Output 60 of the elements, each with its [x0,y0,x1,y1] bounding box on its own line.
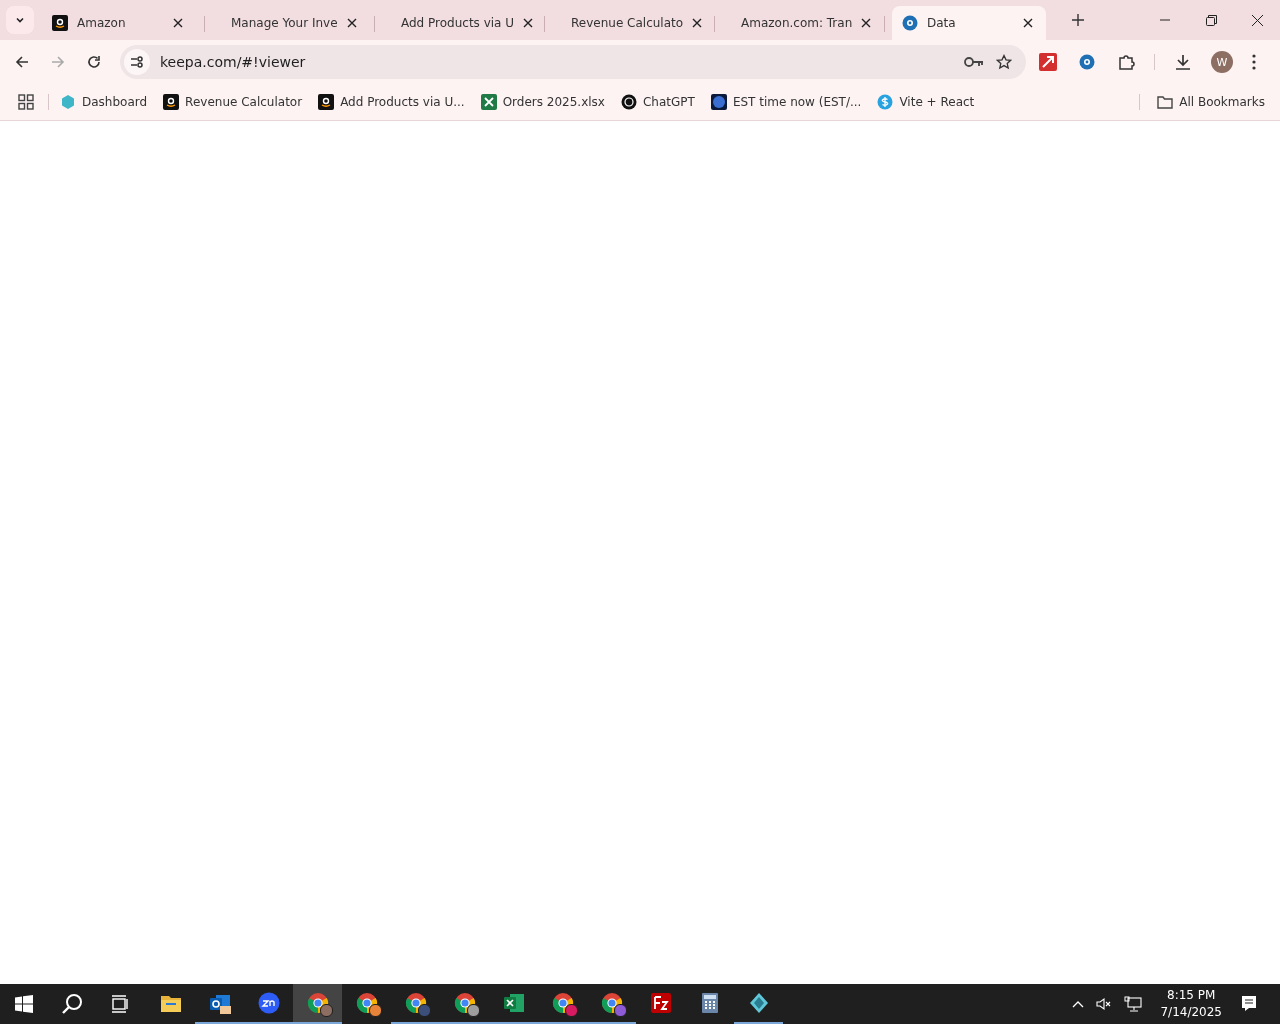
folder-icon [1157,95,1174,109]
search-icon [61,993,83,1015]
file-transfer-app-icon [649,992,672,1014]
key-icon[interactable] [964,56,984,68]
close-icon [173,18,183,28]
profile-avatar[interactable]: W [1211,51,1233,73]
all-bookmarks-button[interactable]: All Bookmarks [1152,92,1270,112]
globe-icon [710,94,727,110]
chevron-down-icon [15,15,25,25]
extensions-puzzle-icon[interactable] [1117,53,1135,71]
arrow-extension-icon[interactable] [1039,53,1057,71]
site-info-button[interactable] [124,49,150,75]
bookmark[interactable]: Vite + React [872,91,980,113]
reload-icon [86,54,102,70]
clock-date: 7/14/2025 [1160,1004,1222,1021]
diamond-app-icon [747,992,770,1014]
site-settings-icon [129,54,145,70]
mail-app-icon [208,992,231,1014]
restore-icon [1205,14,1217,26]
close-icon [523,18,534,28]
chevron-up-icon[interactable] [1072,1000,1085,1008]
close-icon [1251,14,1263,26]
video-call-icon [257,992,280,1014]
amazon-logo-icon [163,94,180,110]
bookmark-star-icon[interactable] [996,54,1012,70]
back-arrow-icon [14,54,30,70]
spreadsheet-app-icon [502,992,525,1014]
knot-logo-icon [620,94,637,110]
windows-logo-icon [15,995,33,1013]
spreadsheet-icon [480,94,497,110]
browser-tab[interactable]: Data [892,6,1046,40]
close-icon [861,18,872,28]
bookmark[interactable]: EST time now (EST/... [705,91,867,113]
network-icon[interactable] [1124,996,1143,1012]
forward-arrow-icon [50,54,66,70]
apps-grid-icon[interactable] [18,94,34,110]
hexagon-icon [60,94,76,110]
keepa-logo-icon [902,15,918,31]
menu-icon[interactable] [1252,54,1256,70]
task-view-icon [111,995,129,1013]
clock[interactable]: 8:15 PM 7/14/2025 [1160,987,1222,1021]
close-icon [346,18,357,28]
bookmark[interactable]: Orders 2025.xlsx [475,91,610,113]
address-bar[interactable]: keepa.com/#!viewer [120,45,1026,79]
bookmark[interactable]: ChatGPT [615,91,700,113]
download-icon[interactable] [1174,53,1192,71]
close-icon [692,18,703,28]
bookmark[interactable]: Dashboard [55,91,153,113]
amazon-logo-icon [318,94,335,110]
close-icon [1023,18,1033,28]
plus-icon [1072,14,1084,26]
bookmark[interactable]: Add Products via U... [313,91,470,113]
notifications-icon[interactable] [1240,995,1258,1013]
amazon-logo-icon [52,15,68,31]
clock-time: 8:15 PM [1167,987,1216,1004]
bookmark[interactable]: Revenue Calculator [158,91,308,113]
url-text: keepa.com/#!viewer [160,54,307,70]
keepa-extension-icon[interactable] [1079,54,1095,70]
dollar-icon [877,94,894,110]
muted-speaker-icon[interactable] [1096,997,1113,1011]
